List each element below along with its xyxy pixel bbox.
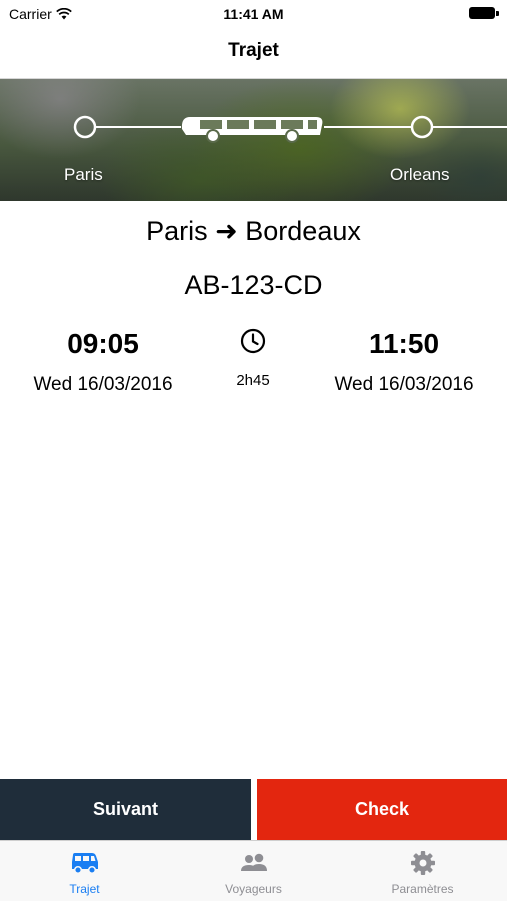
bus-icon xyxy=(181,117,323,143)
tab-parametres[interactable]: Paramètres xyxy=(338,841,507,901)
departure-time: 09:05 xyxy=(67,328,139,359)
duration-info: 2h45 xyxy=(203,328,303,389)
departure-info: 09:05 Wed 16/03/2016 xyxy=(13,326,193,396)
nav-bar: Trajet xyxy=(0,28,507,79)
battery-icon xyxy=(469,7,499,19)
status-time: 11:41 AM xyxy=(223,6,284,22)
stop-marker-orleans xyxy=(410,115,434,139)
gear-icon xyxy=(410,851,435,875)
route-banner: Paris Orleans xyxy=(0,79,507,201)
page-title: Trajet xyxy=(228,40,279,61)
status-bar: Carrier 11:41 AM xyxy=(0,0,507,28)
departure-date: Wed 16/03/2016 xyxy=(33,374,173,395)
arrival-date: Wed 16/03/2016 xyxy=(334,374,474,395)
clock-icon xyxy=(240,328,266,354)
next-button[interactable]: Suivant xyxy=(0,779,251,840)
stop-label-orleans: Orleans xyxy=(390,165,450,184)
arrival-info: 11:50 Wed 16/03/2016 xyxy=(314,326,494,396)
tab-bar: Trajet Voyageurs Paramètres xyxy=(0,840,507,901)
tab-trajet[interactable]: Trajet xyxy=(0,841,169,901)
stop-marker-paris xyxy=(73,115,97,139)
check-button[interactable]: Check xyxy=(257,779,507,840)
tab-voyageurs[interactable]: Voyageurs xyxy=(169,841,338,901)
bus-icon xyxy=(71,853,98,875)
tab-trajet-label: Trajet xyxy=(69,882,100,896)
vehicle-plate: AB-123-CD xyxy=(184,270,323,300)
arrival-time: 11:50 xyxy=(368,328,440,359)
tab-parametres-label: Paramètres xyxy=(391,882,454,896)
trip-duration: 2h45 xyxy=(236,372,270,389)
tab-voyageurs-label: Voyageurs xyxy=(225,882,282,896)
trip-route-title: Paris ➜ Bordeaux xyxy=(146,216,361,246)
people-icon xyxy=(240,853,267,871)
stop-label-paris: Paris xyxy=(64,165,103,184)
